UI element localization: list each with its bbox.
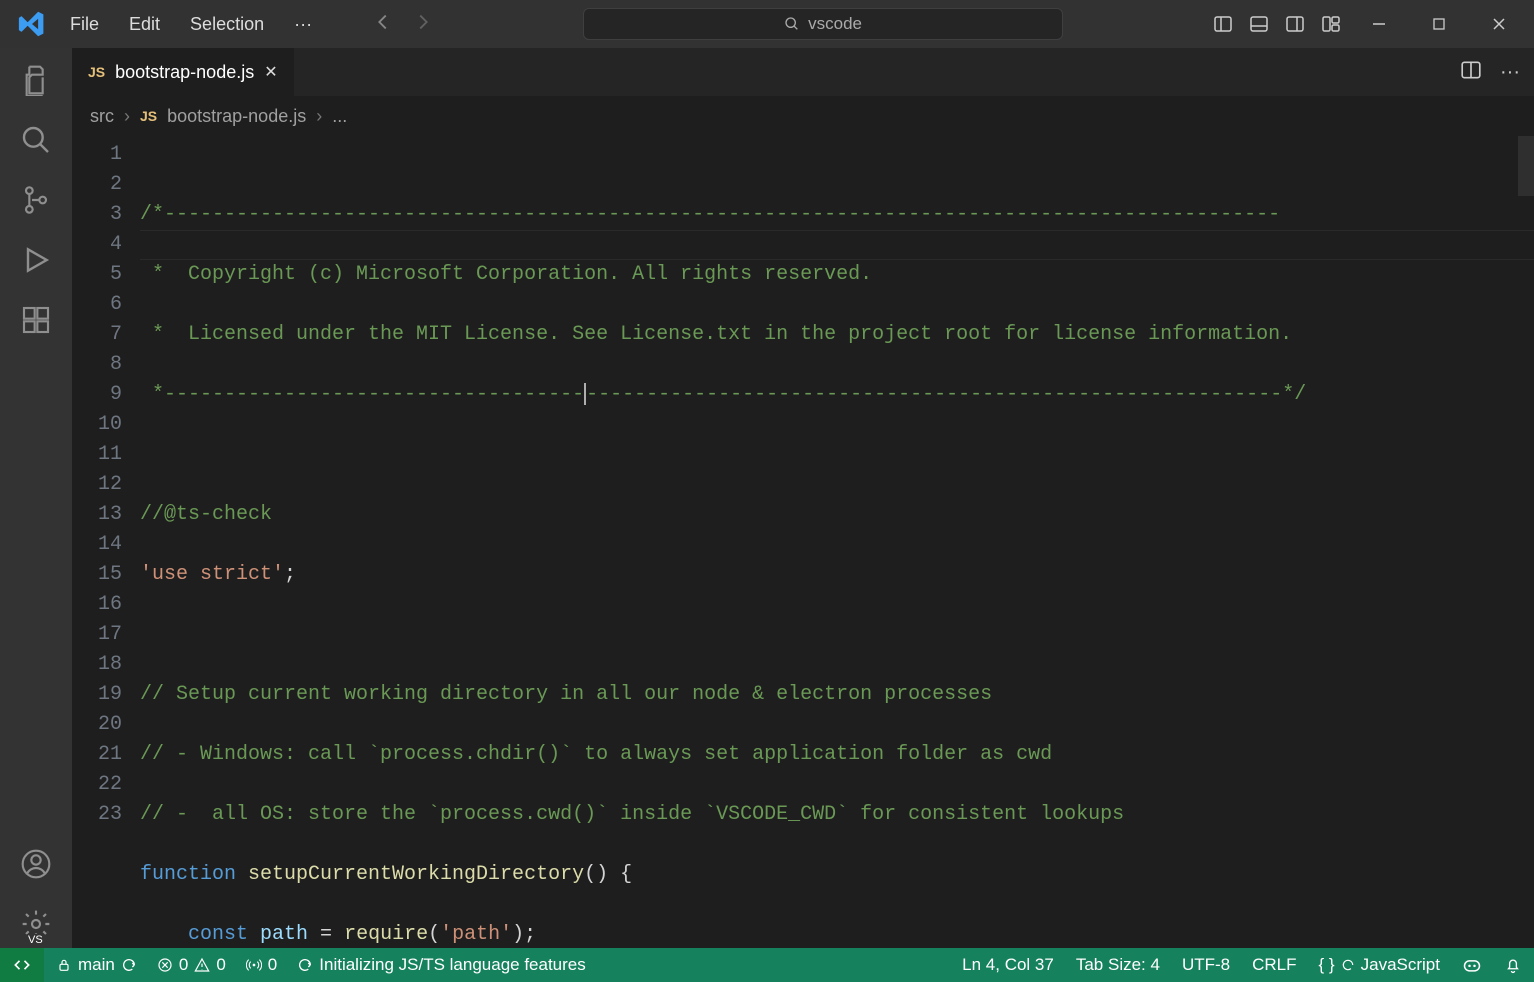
status-cursor-pos[interactable]: Ln 4, Col 37	[962, 955, 1054, 975]
sync-icon[interactable]	[121, 957, 137, 973]
status-lang-mode[interactable]: { } JavaScript	[1319, 955, 1440, 975]
lock-icon	[56, 957, 72, 973]
window-maximize-icon[interactable]	[1416, 0, 1462, 48]
breadcrumb-file[interactable]: bootstrap-node.js	[167, 106, 306, 127]
nav-arrows	[372, 11, 434, 38]
status-lang-init[interactable]: Initializing JS/TS language features	[297, 955, 586, 975]
menu-edit[interactable]: Edit	[117, 8, 172, 41]
search-text: vscode	[808, 14, 862, 34]
split-editor-icon[interactable]	[1460, 59, 1482, 86]
sync-icon	[297, 957, 313, 973]
activity-scm-icon[interactable]	[12, 176, 60, 224]
sync-icon	[1341, 958, 1355, 972]
window-close-icon[interactable]	[1476, 0, 1522, 48]
menu-selection[interactable]: Selection	[178, 8, 276, 41]
activity-extensions-icon[interactable]	[12, 296, 60, 344]
menu-more-icon[interactable]: ···	[282, 8, 324, 41]
chevron-right-icon: ›	[124, 106, 130, 127]
vs-badge: VS	[26, 934, 45, 946]
activity-account-icon[interactable]	[12, 840, 60, 888]
status-branch[interactable]: main	[56, 955, 137, 975]
command-center-search[interactable]: vscode	[583, 8, 1063, 40]
tab-bootstrap-node[interactable]: JS bootstrap-node.js ✕	[72, 48, 294, 96]
status-copilot-icon[interactable]	[1462, 955, 1482, 975]
remote-indicator-icon[interactable]	[0, 948, 44, 982]
breadcrumb-folder[interactable]: src	[90, 106, 114, 127]
status-eol[interactable]: CRLF	[1252, 955, 1296, 975]
editor-group: JS bootstrap-node.js ✕ ··· src › JS boot…	[72, 48, 1534, 948]
nav-back-icon[interactable]	[372, 11, 394, 38]
window-minimize-icon[interactable]	[1356, 0, 1402, 48]
code-editor[interactable]: 1234567891011121314151617181920212223 /*…	[72, 136, 1534, 948]
activity-search-icon[interactable]	[12, 116, 60, 164]
warning-icon	[194, 957, 210, 973]
braces-icon: { }	[1319, 955, 1335, 975]
titlebar: File Edit Selection ··· vscode	[0, 0, 1534, 48]
current-line-highlight	[140, 230, 1534, 260]
customize-layout-icon[interactable]	[1320, 13, 1342, 35]
nav-forward-icon[interactable]	[412, 11, 434, 38]
more-actions-icon[interactable]: ···	[1500, 61, 1520, 84]
scrollbar-thumb[interactable]	[1518, 136, 1534, 196]
activity-bar	[0, 48, 72, 948]
activity-explorer-icon[interactable]	[12, 56, 60, 104]
js-file-icon: JS	[140, 108, 157, 124]
menu-file[interactable]: File	[58, 8, 111, 41]
search-icon	[784, 16, 800, 32]
vscode-logo-icon	[18, 10, 46, 38]
layout-panel-icon[interactable]	[1248, 13, 1270, 35]
statusbar: main 0 0 0 Initializing JS/TS language f…	[0, 948, 1534, 982]
status-encoding[interactable]: UTF-8	[1182, 955, 1230, 975]
activity-debug-icon[interactable]	[12, 236, 60, 284]
js-file-icon: JS	[88, 64, 105, 80]
code-lines[interactable]: /*--------------------------------------…	[140, 136, 1534, 948]
menubar: File Edit Selection ···	[58, 8, 324, 41]
line-gutter: 1234567891011121314151617181920212223	[72, 136, 140, 948]
status-ports[interactable]: 0	[246, 955, 277, 975]
status-bell-icon[interactable]	[1504, 956, 1522, 974]
tab-filename: bootstrap-node.js	[115, 62, 254, 83]
close-icon[interactable]: ✕	[264, 62, 277, 82]
error-icon	[157, 957, 173, 973]
chevron-right-icon: ›	[316, 106, 322, 127]
broadcast-icon	[246, 957, 262, 973]
layout-sidebar-right-icon[interactable]	[1284, 13, 1306, 35]
status-problems[interactable]: 0 0	[157, 955, 226, 975]
breadcrumb-tail[interactable]: ...	[332, 106, 347, 127]
layout-sidebar-left-icon[interactable]	[1212, 13, 1234, 35]
breadcrumbs[interactable]: src › JS bootstrap-node.js › ...	[72, 96, 1534, 136]
status-indent[interactable]: Tab Size: 4	[1076, 955, 1160, 975]
editor-tabs: JS bootstrap-node.js ✕ ···	[72, 48, 1534, 96]
